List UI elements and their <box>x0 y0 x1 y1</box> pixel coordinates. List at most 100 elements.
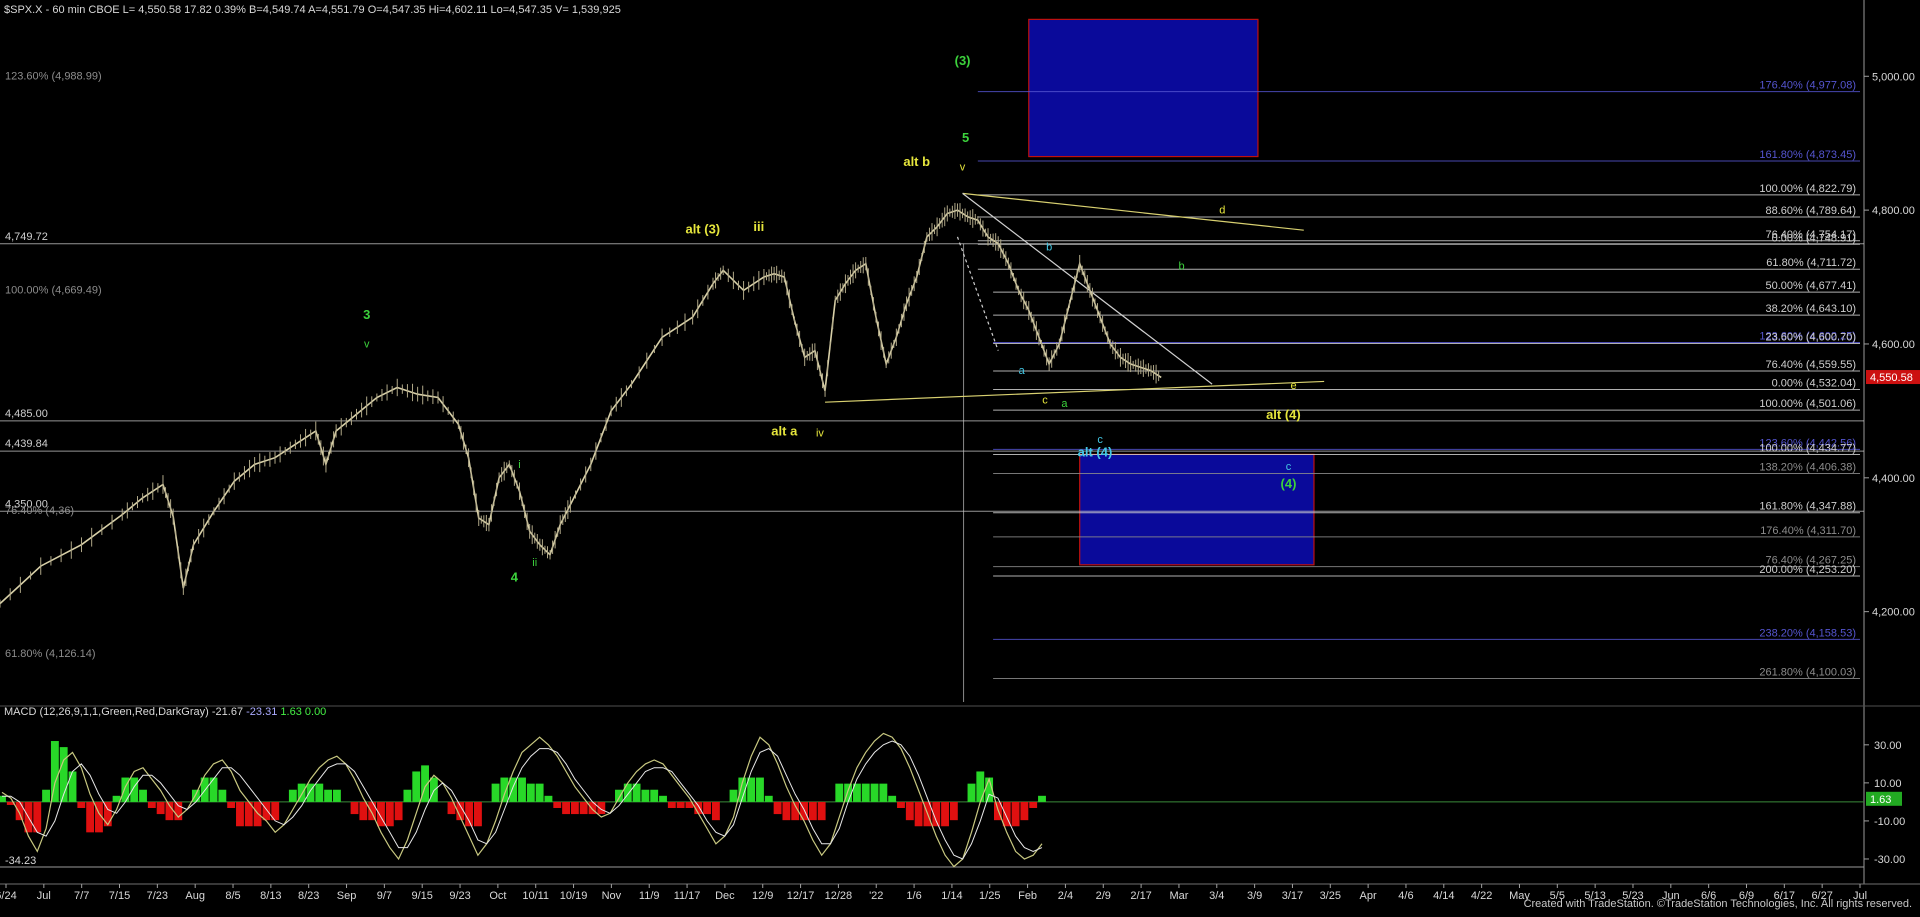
macd-hist-bar <box>332 789 341 802</box>
macd-hist-bar <box>861 783 870 802</box>
macd-title: MACD (12,26,9,1,1,Green,Red,DarkGray) <box>4 706 209 718</box>
macd-hist-bar <box>650 789 659 802</box>
macd-tick-label-2: -10.00 <box>1874 816 1905 828</box>
macd-hist-bar <box>817 801 826 821</box>
level-label-3: 4,485.00 <box>5 408 48 420</box>
date-tick-label-7: 8/13 <box>260 890 281 902</box>
macd-hist-bar <box>77 801 86 808</box>
macd-hist-bar <box>0 795 6 802</box>
price-chart[interactable]: 176.40% (4,977.08) 161.80% (4,873.45) 100.… <box>0 0 1920 912</box>
date-tick-label-5: Aug <box>185 890 205 902</box>
macd-hist-bar <box>941 801 949 827</box>
volume-value: 1,539,925 <box>572 4 621 16</box>
macd-hist-bar <box>579 801 588 815</box>
macd-hist-bar <box>967 783 976 802</box>
fib-label-21: 238.20% (4,158.53) <box>1759 627 1856 639</box>
wave-label-23: ii <box>532 557 537 569</box>
fib-label-22: 261.80% (4,100.03) <box>1759 667 1856 679</box>
target-box-1 <box>1028 18 1259 158</box>
fib-label-5: 0.00% (4,748.91) <box>1772 232 1856 244</box>
macd-hist-bar <box>1020 801 1029 821</box>
price-tick-label-0: 5,000.00 <box>1872 71 1915 83</box>
price-tick-label-4: 4,200.00 <box>1872 607 1915 619</box>
date-tick-label-11: 9/15 <box>411 890 432 902</box>
macd-hist-bar <box>50 741 59 802</box>
macd-hist-bar <box>465 801 474 827</box>
macd-hist-bar <box>227 801 236 808</box>
low-value: Lo=4,547.35 <box>491 4 552 16</box>
level-label-7: 61.80% (4,126.14) <box>5 648 96 660</box>
macd-hist-bar <box>526 783 535 802</box>
fib-label-3: 88.60% (4,789.64) <box>1765 205 1856 217</box>
macd-hist-bar <box>562 801 571 815</box>
fib-label-8: 38.20% (4,643.10) <box>1765 303 1856 315</box>
macd-hist-bar <box>597 801 606 815</box>
macd-hist-bar <box>315 783 324 802</box>
macd-hist-bar <box>897 801 905 808</box>
fib-label-0: 176.40% (4,977.08) <box>1759 80 1856 92</box>
zero-value: 0.00 <box>305 706 326 718</box>
fib-label-16: 138.20% (4,406.38) <box>1759 462 1856 474</box>
wave-label-15: alt (4) <box>1266 407 1301 422</box>
date-tick-label-3: 7/15 <box>109 890 130 902</box>
wave-label-8: b <box>1178 261 1184 273</box>
wave-label-5: iii <box>753 219 764 234</box>
macd-hist-bar <box>888 795 897 802</box>
date-tick-label-19: Dec <box>715 890 735 902</box>
date-tick-label-4: 7/23 <box>147 890 168 902</box>
interval-label: 60 min <box>52 4 85 16</box>
macd-hist-bar <box>429 777 438 802</box>
wave-label-9: 3 <box>363 307 370 322</box>
macd-hist-bar <box>130 777 139 802</box>
change-pct-value: 0.39% <box>215 4 246 16</box>
wave-label-14: e <box>1291 380 1297 392</box>
footer-copyright: Created with TradeStation. ©TradeStation… <box>1523 898 1912 910</box>
open-value: O=4,547.35 <box>368 4 426 16</box>
macd-hist-bar <box>641 789 650 802</box>
macd-hist-bar <box>676 801 685 808</box>
fib-label-15: 100.00% (4,434.77) <box>1759 443 1856 455</box>
date-tick-label-36: Apr <box>1360 890 1377 902</box>
macd-hist-tag-label: 1.63 <box>1870 794 1891 806</box>
macd-hist-bar <box>394 801 403 821</box>
date-tick-label-38: 4/14 <box>1433 890 1454 902</box>
macd-hist-bar <box>808 801 817 821</box>
fib-label-20: 200.00% (4,253.20) <box>1759 564 1856 576</box>
macd-value: -21.67 <box>212 706 243 718</box>
macd-hist-bar <box>42 789 51 802</box>
fib-label-1: 161.80% (4,873.45) <box>1759 149 1856 161</box>
macd-hist-bar <box>147 801 156 808</box>
date-tick-label-16: Nov <box>602 890 622 902</box>
fib-label-6: 61.80% (4,711.72) <box>1766 257 1856 269</box>
fib-label-2: 100.00% (4,822.79) <box>1759 183 1856 195</box>
macd-hist-bar <box>1029 801 1038 808</box>
level-label-1: 4,749.72 <box>5 231 48 243</box>
date-tick-label-23: '22 <box>869 890 883 902</box>
macd-hist-bar <box>15 801 24 821</box>
macd-hist-bar <box>86 801 95 833</box>
macd-hist-bar <box>218 789 227 802</box>
macd-hist-bar <box>209 777 218 802</box>
macd-hist-bar <box>659 795 667 802</box>
macd-hist-bar <box>403 789 412 802</box>
macd-hist-bar <box>703 801 712 815</box>
macd-hist-bar <box>782 801 791 821</box>
wave-label-4: alt (3) <box>685 222 720 237</box>
wave-label-21: (4) <box>1281 476 1297 491</box>
exchange-label: CBOE <box>88 4 119 16</box>
date-tick-label-31: Mar <box>1169 890 1188 902</box>
macd-hist-bar <box>729 789 738 802</box>
date-tick-label-37: 4/6 <box>1398 890 1413 902</box>
signal-value: -23.31 <box>246 706 277 718</box>
date-tick-label-0: 6/24 <box>0 890 17 902</box>
wave-label-1: 5 <box>962 130 969 145</box>
wave-label-10: v <box>364 338 370 350</box>
wave-label-19: alt (4) <box>1078 444 1113 459</box>
date-tick-label-12: 9/23 <box>449 890 470 902</box>
chart-header: $SPX.X - 60 min CBOE L= 4,550.58 17.82 0… <box>4 4 621 16</box>
date-tick-label-24: 1/6 <box>906 890 921 902</box>
macd-hist-bar <box>764 795 773 802</box>
macd-hist-bar <box>535 783 544 802</box>
date-tick-label-30: 2/17 <box>1130 890 1151 902</box>
fib-label-10: 23.60% (4,600.70) <box>1765 331 1856 343</box>
